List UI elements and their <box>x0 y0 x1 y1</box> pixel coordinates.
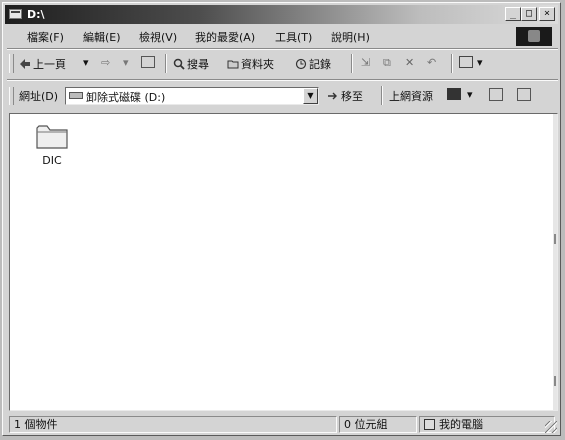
back-dropdown-icon[interactable]: ▾ <box>83 56 89 69</box>
forward-dropdown-icon[interactable]: ▾ <box>123 56 129 69</box>
address-input[interactable]: 卸除式磁碟 (D:) ▼ <box>65 87 319 105</box>
menu-tools[interactable]: 工具(T) <box>275 29 312 45</box>
status-size: 0 位元組 <box>339 416 417 433</box>
search-icon <box>173 58 185 70</box>
undo-icon[interactable]: ↶ <box>427 56 436 69</box>
copy-to-icon[interactable]: ⧉ <box>383 56 391 70</box>
views-icon[interactable] <box>459 56 475 69</box>
address-bar: 網址(D) 卸除式磁碟 (D:) ▼ 移至 上網資源 ▾ <box>5 83 558 109</box>
address-value: 卸除式磁碟 (D:) <box>86 91 166 104</box>
scrollbar[interactable] <box>553 114 557 410</box>
menu-bar: 檔案(F) 編輯(E) 檢視(V) 我的最愛(A) 工具(T) 說明(H) <box>5 26 558 46</box>
address-dropdown-button[interactable]: ▼ <box>303 88 318 104</box>
menu-favorites[interactable]: 我的最愛(A) <box>195 29 255 45</box>
address-label: 網址(D) <box>19 90 59 103</box>
links-page-icon-2[interactable] <box>517 88 533 102</box>
search-button[interactable]: 搜尋 <box>173 56 209 72</box>
menu-edit[interactable]: 編輯(E) <box>83 29 121 45</box>
status-object-count: 1 個物件 <box>9 416 337 433</box>
views-dropdown-icon[interactable]: ▾ <box>477 56 483 69</box>
links-page-icon[interactable] <box>489 88 505 102</box>
up-folder-button[interactable] <box>141 56 157 69</box>
go-label: 移至 <box>341 90 363 103</box>
go-arrow-icon <box>327 90 339 102</box>
maximize-button[interactable]: □ <box>521 7 537 21</box>
computer-icon <box>424 419 435 430</box>
delete-icon[interactable]: ✕ <box>405 56 414 69</box>
explorer-window: D:\ _ □ × 檔案(F) 編輯(E) 檢視(V) 我的最愛(A) 工具(T… <box>2 2 561 436</box>
links-button[interactable]: 上網資源 <box>389 88 433 104</box>
toolbar-grip[interactable] <box>9 54 14 73</box>
toolbar-divider <box>165 54 167 73</box>
folder-item[interactable]: DIC <box>32 122 72 167</box>
back-arrow-icon <box>19 58 31 70</box>
separator <box>7 79 558 81</box>
toolbar-divider <box>351 54 353 73</box>
menu-file[interactable]: 檔案(F) <box>27 29 64 45</box>
folders-label: 資料夾 <box>241 58 274 71</box>
toolbar-divider <box>381 86 383 105</box>
windows-logo-tile <box>516 27 552 46</box>
folders-icon <box>227 58 239 70</box>
drive-icon <box>69 92 83 99</box>
status-zone-label: 我的電腦 <box>439 418 483 431</box>
back-button[interactable]: 上一頁 <box>19 56 66 72</box>
go-button[interactable]: 移至 <box>327 88 363 104</box>
windows-flag-icon <box>528 30 540 42</box>
move-to-icon[interactable]: ⇲ <box>361 56 370 69</box>
window-icon <box>9 9 22 19</box>
close-button[interactable]: × <box>539 7 555 21</box>
standard-toolbar: 上一頁 ▾ ⇨ ▾ 搜尋 資料夾 記錄 ⇲ ⧉ ✕ ↶ ▾ <box>5 51 558 77</box>
resize-grip[interactable] <box>545 421 557 433</box>
folder-label: DIC <box>42 154 62 167</box>
window-controls: _ □ × <box>505 7 555 21</box>
toolbar-divider <box>451 54 453 73</box>
links-link-icon[interactable] <box>447 88 463 101</box>
file-list-pane[interactable]: DIC <box>9 113 558 411</box>
title-bar[interactable]: D:\ _ □ × <box>5 5 558 24</box>
back-label: 上一頁 <box>33 58 66 71</box>
minimize-button[interactable]: _ <box>505 7 521 21</box>
window-title: D:\ <box>27 8 45 21</box>
up-folder-icon <box>141 56 155 68</box>
forward-button[interactable]: ⇨ <box>101 56 110 69</box>
history-icon <box>295 58 307 70</box>
history-label: 記錄 <box>309 58 331 71</box>
menu-view[interactable]: 檢視(V) <box>139 29 177 45</box>
folder-icon <box>36 125 68 149</box>
scroll-marker <box>554 234 556 244</box>
status-zone: 我的電腦 <box>419 416 555 433</box>
status-bar: 1 個物件 0 位元組 我的電腦 <box>5 414 558 434</box>
folders-button[interactable]: 資料夾 <box>227 56 274 72</box>
history-button[interactable]: 記錄 <box>295 56 331 72</box>
address-grip[interactable] <box>9 87 14 105</box>
search-label: 搜尋 <box>187 58 209 71</box>
menu-help[interactable]: 說明(H) <box>331 29 370 45</box>
separator <box>7 48 558 50</box>
scroll-marker <box>554 376 556 386</box>
links-dropdown-icon[interactable]: ▾ <box>467 88 473 101</box>
